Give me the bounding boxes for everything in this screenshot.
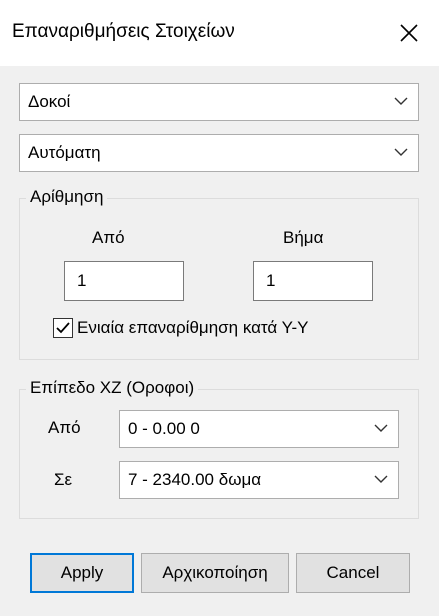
numbering-from-label: Από [92, 228, 125, 247]
chevron-down-icon [374, 475, 388, 483]
window-title: Επαναριθμήσεις Στοιχείων [12, 21, 235, 42]
cancel-button[interactable]: Cancel [296, 553, 410, 593]
chevron-down-icon [394, 97, 408, 105]
floors-group-title: Επίπεδο XZ (Οροφοι) [26, 377, 199, 399]
numbering-from-input[interactable]: 1 [64, 261, 184, 301]
uniform-renumber-checkbox[interactable] [53, 318, 73, 338]
close-button[interactable] [379, 0, 439, 66]
chevron-down-icon [374, 424, 388, 432]
element-type-value: Δοκοί [28, 92, 71, 111]
numbering-from-value: 1 [77, 271, 87, 290]
floor-from-value: 0 - 0.00 0 [128, 419, 200, 438]
floor-from-select[interactable]: 0 - 0.00 0 [119, 410, 399, 448]
numbering-step-input[interactable]: 1 [253, 261, 373, 301]
apply-button[interactable]: Apply [30, 553, 134, 593]
numbering-step-value: 1 [266, 271, 276, 290]
floor-to-select[interactable]: 7 - 2340.00 δωμα [119, 461, 399, 499]
numbering-mode-select[interactable]: Αυτόματη [19, 134, 419, 172]
checkmark-icon [56, 322, 70, 334]
renumber-dialog: Επαναριθμήσεις Στοιχείων Δοκοί Αυτόματη … [0, 0, 439, 616]
dialog-body: Δοκοί Αυτόματη Αρίθμηση Από Βήμα 1 1 Ενι… [0, 66, 439, 616]
floors-group [19, 389, 419, 519]
element-type-select[interactable]: Δοκοί [19, 83, 419, 121]
reset-button[interactable]: Αρχικοποίηση [141, 553, 289, 593]
numbering-mode-value: Αυτόματη [28, 143, 101, 162]
close-icon [400, 24, 418, 42]
numbering-group-title: Αρίθμηση [26, 186, 108, 208]
title-bar: Επαναριθμήσεις Στοιχείων [0, 0, 439, 66]
floor-to-value: 7 - 2340.00 δωμα [128, 470, 262, 489]
numbering-step-label: Βήμα [283, 228, 324, 247]
floor-from-label: Από [48, 418, 81, 437]
chevron-down-icon [394, 148, 408, 156]
uniform-renumber-label[interactable]: Ενιαία επαναρίθμηση κατά Υ-Υ [77, 317, 308, 339]
floor-to-label: Σε [54, 470, 73, 489]
